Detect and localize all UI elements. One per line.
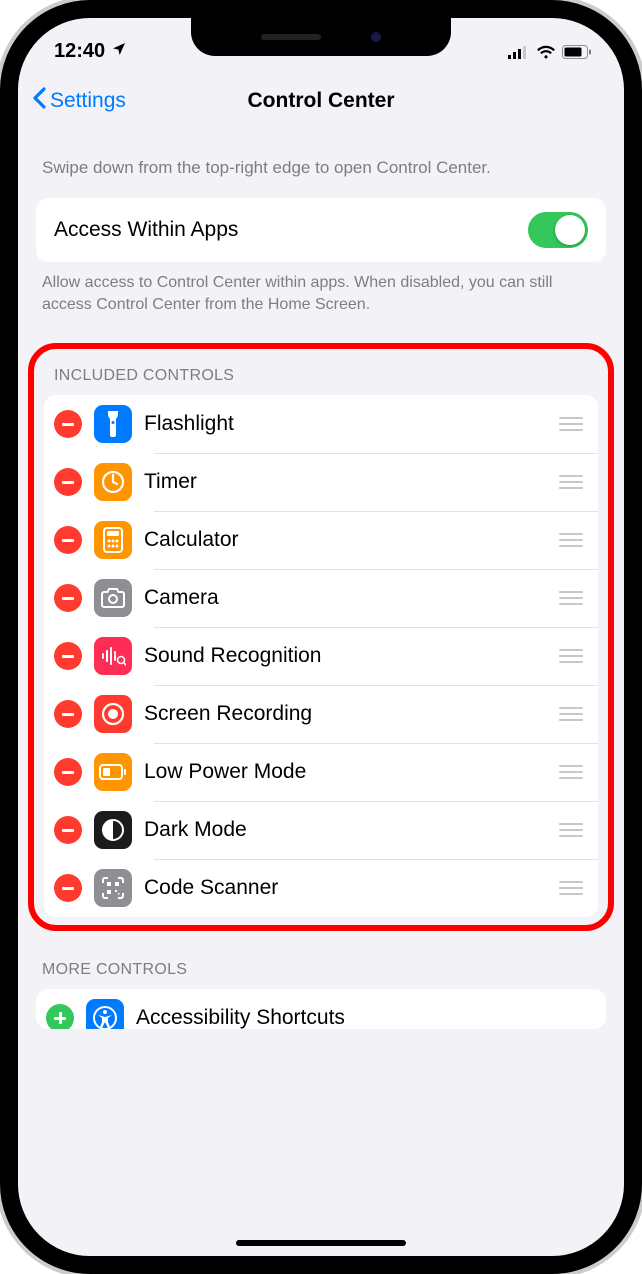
more-controls-list: Accessibility Shortcuts	[36, 989, 606, 1029]
control-row-screen-recording: Screen Recording	[44, 685, 598, 743]
remove-button[interactable]	[54, 468, 82, 496]
screen: 12:40 Se	[18, 18, 624, 1256]
included-controls-list: Flashlight Timer	[44, 395, 598, 917]
reorder-handle[interactable]	[556, 823, 586, 837]
notch	[191, 18, 451, 56]
home-indicator[interactable]	[236, 1240, 406, 1246]
included-controls-header: INCLUDED CONTROLS	[40, 351, 602, 395]
control-label: Timer	[144, 470, 556, 494]
access-within-apps-row: Access Within Apps	[36, 198, 606, 262]
control-row-code-scanner: Code Scanner	[44, 859, 598, 917]
access-label: Access Within Apps	[54, 218, 528, 242]
annotation-highlight: INCLUDED CONTROLS Flashlight	[28, 343, 614, 931]
control-label: Flashlight	[144, 412, 556, 436]
remove-button[interactable]	[54, 642, 82, 670]
control-row-accessibility-shortcuts: Accessibility Shortcuts	[36, 989, 606, 1029]
code-scanner-icon	[94, 869, 132, 907]
control-row-camera: Camera	[44, 569, 598, 627]
back-label: Settings	[50, 89, 126, 113]
cellular-icon	[508, 45, 530, 59]
back-button[interactable]: Settings	[32, 87, 126, 115]
more-controls-header: MORE CONTROLS	[18, 931, 624, 989]
battery-icon	[562, 45, 592, 59]
control-label: Code Scanner	[144, 876, 556, 900]
control-label: Dark Mode	[144, 818, 556, 842]
reorder-handle[interactable]	[556, 533, 586, 547]
accessibility-icon	[86, 999, 124, 1029]
control-row-sound-recognition: Sound Recognition	[44, 627, 598, 685]
access-toggle[interactable]	[528, 212, 588, 248]
nav-bar: Settings Control Center	[18, 73, 624, 129]
access-within-apps-group: Access Within Apps	[36, 198, 606, 262]
access-footer-note: Allow access to Control Center within ap…	[18, 262, 624, 343]
reorder-handle[interactable]	[556, 881, 586, 895]
calculator-icon	[94, 521, 132, 559]
wifi-icon	[536, 45, 556, 59]
reorder-handle[interactable]	[556, 475, 586, 489]
remove-button[interactable]	[54, 874, 82, 902]
reorder-handle[interactable]	[556, 765, 586, 779]
control-row-dark-mode: Dark Mode	[44, 801, 598, 859]
control-label: Low Power Mode	[144, 760, 556, 784]
control-row-low-power-mode: Low Power Mode	[44, 743, 598, 801]
remove-button[interactable]	[54, 816, 82, 844]
reorder-handle[interactable]	[556, 707, 586, 721]
add-button[interactable]	[46, 1004, 74, 1029]
timer-icon	[94, 463, 132, 501]
control-row-timer: Timer	[44, 453, 598, 511]
remove-button[interactable]	[54, 526, 82, 554]
camera-icon	[94, 579, 132, 617]
reorder-handle[interactable]	[556, 417, 586, 431]
dark-mode-icon	[94, 811, 132, 849]
control-row-flashlight: Flashlight	[44, 395, 598, 453]
control-row-calculator: Calculator	[44, 511, 598, 569]
phone-frame: 12:40 Se	[0, 0, 642, 1274]
remove-button[interactable]	[54, 700, 82, 728]
reorder-handle[interactable]	[556, 649, 586, 663]
hint-text: Swipe down from the top-right edge to op…	[18, 129, 624, 198]
sound-recognition-icon	[94, 637, 132, 675]
remove-button[interactable]	[54, 584, 82, 612]
control-label: Accessibility Shortcuts	[136, 1006, 594, 1029]
control-label: Camera	[144, 586, 556, 610]
low-power-icon	[94, 753, 132, 791]
remove-button[interactable]	[54, 758, 82, 786]
settings-content[interactable]: Swipe down from the top-right edge to op…	[18, 129, 624, 1029]
chevron-left-icon	[32, 87, 46, 115]
status-time: 12:40	[54, 40, 105, 63]
remove-button[interactable]	[54, 410, 82, 438]
flashlight-icon	[94, 405, 132, 443]
control-label: Sound Recognition	[144, 644, 556, 668]
reorder-handle[interactable]	[556, 591, 586, 605]
screen-recording-icon	[94, 695, 132, 733]
control-label: Calculator	[144, 528, 556, 552]
control-label: Screen Recording	[144, 702, 556, 726]
location-icon	[111, 40, 127, 63]
